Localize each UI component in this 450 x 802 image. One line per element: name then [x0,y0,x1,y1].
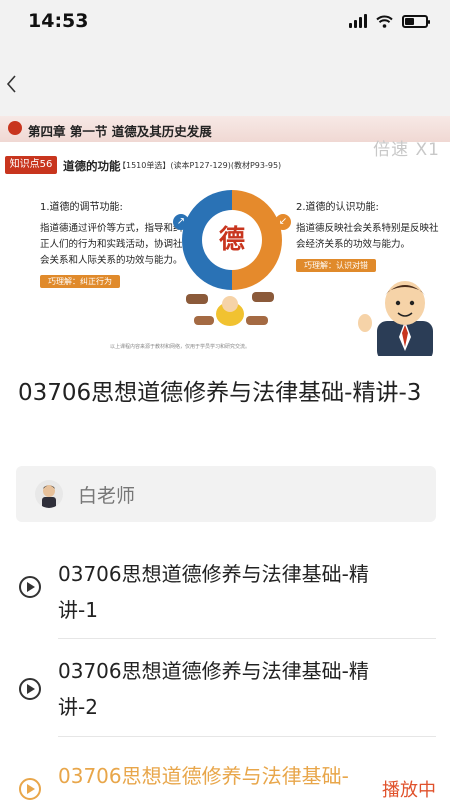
signal-icon [349,14,367,28]
battery-icon [402,14,430,28]
cartoon-teacher-illustration [358,281,433,356]
circle-center-char: 德 [202,210,262,270]
slide-footer-note: 以上课程内容来源于教材和网络，仅用于学员学习和研究交流。 [110,344,251,350]
chevron-left-icon [6,75,16,93]
wifi-icon [376,15,393,28]
back-button[interactable] [2,66,32,102]
play-circle-icon [19,778,41,800]
chapter-pin-icon [8,121,22,135]
nav-bar [0,50,450,116]
playback-speed-button[interactable]: 倍速 X1 [373,135,440,160]
knowledge-point-title: 道德的功能 [63,159,121,173]
right-panel-tip: 巧理解：认识对错 [296,259,376,272]
right-panel-body: 指道德反映社会关系特别是反映社会经济关系的功效与能力。 [296,223,439,250]
right-panel-heading: 2.道德的认识功能: [296,202,379,213]
knowledge-point-badge: 知识点56 [5,156,57,174]
cycle-arrow-icon: ↙ [275,214,291,230]
play-circle-icon [19,576,41,598]
play-circle-icon [19,678,41,700]
function-cycle-graphic: 德 [182,190,282,290]
lesson-title: 03706思想道德修养与法律基础-精讲-1 [58,562,369,622]
course-title: 03706思想道德修养与法律基础-精讲-3 [18,380,422,406]
lesson-title: 03706思想道德修养与法律基础-精讲-3 [58,764,349,801]
lesson-item[interactable]: 03706思想道德修养与法律基础-精讲-2 [0,648,450,734]
cycle-arrow-icon: ↗ [173,214,189,230]
now-playing-badge: 播放中 [382,780,436,801]
left-panel-heading: 1.道德的调节功能: [40,202,123,213]
knowledge-point-reference: 【1510单选】(读本P127-129)(教材P93-95) [118,161,282,170]
cartoon-hands-illustration [186,292,274,326]
divider [58,638,436,639]
left-panel-tip: 巧理解：纠正行为 [40,275,120,288]
lesson-title: 03706思想道德修养与法律基础-精讲-2 [58,659,369,719]
teacher-card[interactable]: 白老师 [16,466,436,522]
status-time: 14:53 [28,10,89,32]
status-icons [349,14,430,28]
left-panel-body: 指道德通过评价等方式，指导和纠正人们的行为和实践活动，协调社会关系和人际关系的功… [40,223,183,266]
status-bar: 14:53 [0,0,450,50]
slide-title: 第四章 第一节 道德及其历史发展 [28,124,212,139]
divider [58,736,436,737]
left-panel: 1.道德的调节功能: 指道德通过评价等方式，指导和纠正人们的行为和实践活动，协调… [40,198,190,298]
avatar [35,480,63,508]
lesson-item[interactable]: 03706思想道德修养与法律基础-精讲-1 [0,552,450,638]
video-player[interactable]: 第四章 第一节 道德及其历史发展 倍速 X1 知识点56 道德的功能 【1510… [0,116,450,356]
teacher-name: 白老师 [78,485,136,507]
